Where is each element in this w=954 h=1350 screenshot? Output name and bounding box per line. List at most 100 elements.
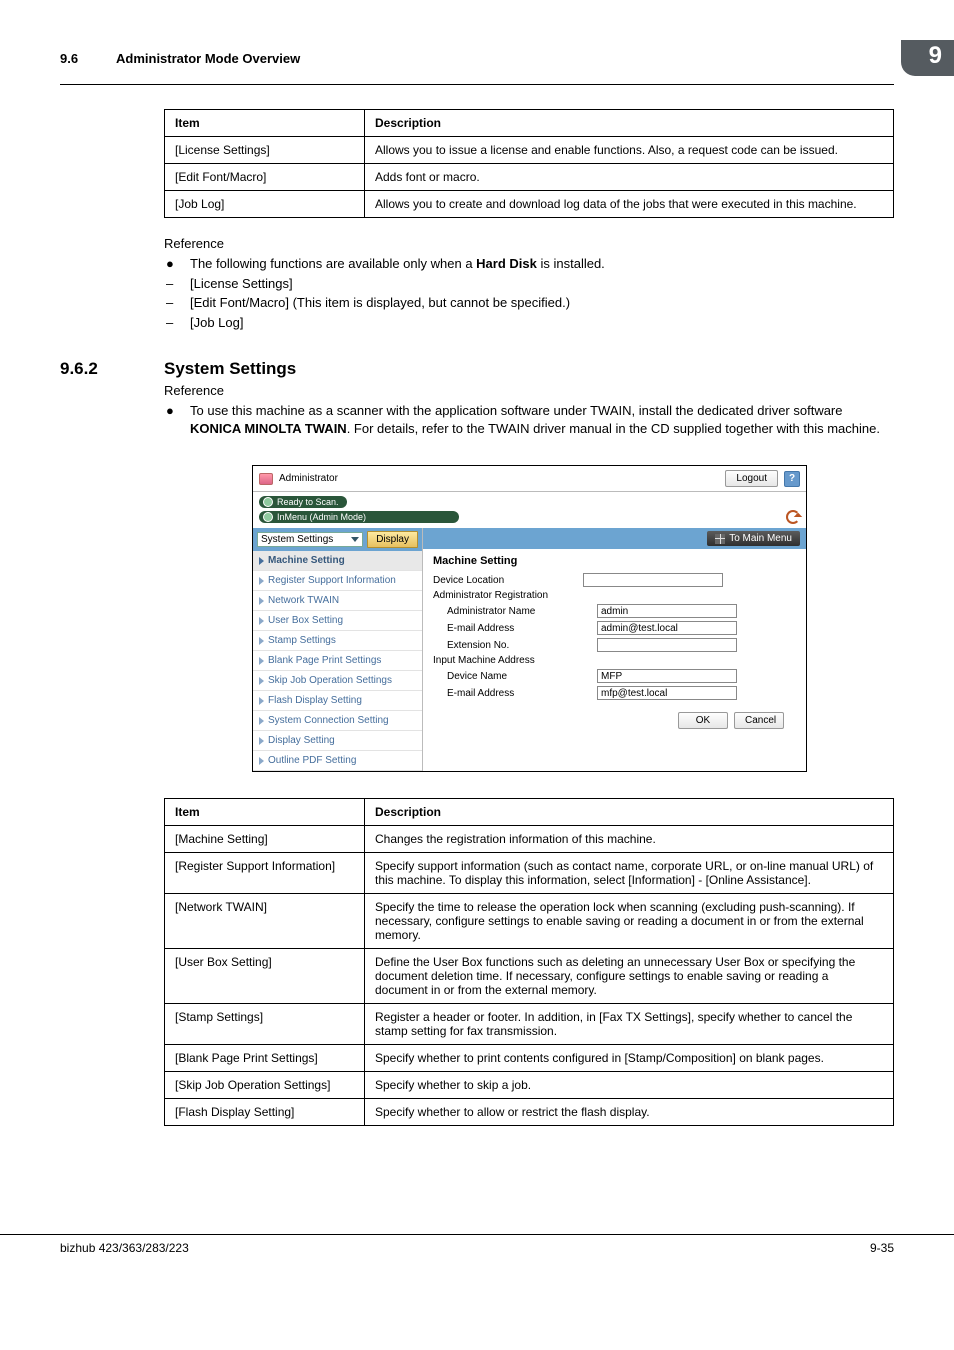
table-row: [Job Log] Allows you to create and downl…: [165, 191, 894, 218]
sidebar-item[interactable]: Blank Page Print Settings: [253, 651, 422, 671]
embedded-screenshot: Administrator Logout ? Ready to Scan. In…: [252, 465, 807, 772]
ref-item-text: [Job Log]: [190, 315, 244, 330]
triangle-icon: [259, 737, 264, 745]
triangle-icon: [259, 637, 264, 645]
status-mode: InMenu (Admin Mode): [259, 511, 459, 523]
cell-desc: Allows you to issue a license and enable…: [365, 137, 894, 164]
header-rule: [60, 84, 894, 85]
cell-item: [Edit Font/Macro]: [165, 164, 365, 191]
email2-input[interactable]: [597, 686, 737, 700]
section-number: 9.6: [60, 51, 116, 66]
sidebar-item-label: System Connection Setting: [268, 715, 389, 726]
subsection-number: 9.6.2: [60, 359, 164, 379]
ref-item-text: [Edit Font/Macro] (This item is displaye…: [190, 295, 570, 310]
ref-item-text: [License Settings]: [190, 276, 293, 291]
sidebar-item[interactable]: Display Setting: [253, 731, 422, 751]
ref-bullet: ●The following functions are available o…: [164, 255, 894, 273]
cell-item: [User Box Setting]: [165, 949, 365, 1004]
triangle-icon: [259, 617, 264, 625]
ref-bullet-strong: Hard Disk: [476, 256, 537, 271]
table-row: [Machine Setting]Changes the registratio…: [165, 826, 894, 853]
ref2-text-b: KONICA MINOLTA TWAIN: [190, 421, 347, 436]
cell-desc: Specify support information (such as con…: [365, 853, 894, 894]
reference-label: Reference: [164, 236, 894, 251]
cell-item: [Flash Display Setting]: [165, 1099, 365, 1126]
sidebar-item[interactable]: Skip Job Operation Settings: [253, 671, 422, 691]
device-location-label: Device Location: [433, 575, 583, 586]
printer-icon: [263, 497, 273, 507]
cell-desc: Specify the time to release the operatio…: [365, 894, 894, 949]
cell-item: [License Settings]: [165, 137, 365, 164]
sidebar-item-label: User Box Setting: [268, 615, 343, 626]
triangle-icon: [259, 577, 264, 585]
refresh-icon[interactable]: [786, 510, 800, 524]
table-settings: Item Description [Machine Setting]Change…: [164, 798, 894, 1126]
reference-label: Reference: [164, 383, 894, 398]
subsection-title: System Settings: [164, 359, 296, 379]
input-machine-label: Input Machine Address: [433, 655, 583, 666]
cell-desc: Define the User Box functions such as de…: [365, 949, 894, 1004]
help-icon[interactable]: ?: [784, 471, 800, 487]
footer-right: 9-35: [870, 1241, 894, 1255]
table-row: [Edit Font/Macro] Adds font or macro.: [165, 164, 894, 191]
triangle-icon: [259, 697, 264, 705]
cell-desc: Specify whether to print contents config…: [365, 1045, 894, 1072]
cell-item: [Skip Job Operation Settings]: [165, 1072, 365, 1099]
ok-button[interactable]: OK: [678, 712, 728, 729]
table-row: [Register Support Information]Specify su…: [165, 853, 894, 894]
table-top: Item Description [License Settings] Allo…: [164, 109, 894, 218]
cell-desc: Allows you to create and download log da…: [365, 191, 894, 218]
footer-left: bizhub 423/363/283/223: [60, 1241, 189, 1255]
status-ready: Ready to Scan.: [259, 496, 347, 508]
cell-desc: Changes the registration information of …: [365, 826, 894, 853]
triangle-icon: [259, 557, 264, 565]
cell-desc: Register a header or footer. In addition…: [365, 1004, 894, 1045]
device-location-input[interactable]: [583, 573, 723, 587]
select-value: System Settings: [261, 534, 333, 545]
ref-bullet: ●To use this machine as a scanner with t…: [164, 402, 894, 437]
device-name-input[interactable]: [597, 669, 737, 683]
sidebar-item[interactable]: System Connection Setting: [253, 711, 422, 731]
admin-name-label: Administrator Name: [447, 606, 597, 617]
table-row: [Stamp Settings]Register a header or foo…: [165, 1004, 894, 1045]
sidebar-item-label: Machine Setting: [268, 555, 345, 566]
cell-item: [Blank Page Print Settings]: [165, 1045, 365, 1072]
status-text: Ready to Scan.: [277, 497, 339, 507]
th-item: Item: [165, 799, 365, 826]
ref-dash-item: –[Job Log]: [164, 314, 894, 332]
section-title: Administrator Mode Overview: [116, 51, 901, 66]
ref-bullet-tail: is installed.: [537, 256, 605, 271]
sidebar-item-machine-setting[interactable]: Machine Setting: [253, 551, 422, 571]
chevron-down-icon: [351, 537, 359, 542]
sidebar-item[interactable]: Flash Display Setting: [253, 691, 422, 711]
sidebar: System Settings Display Machine Setting …: [253, 528, 423, 771]
cell-item: [Job Log]: [165, 191, 365, 218]
extension-input[interactable]: [597, 638, 737, 652]
sidebar-item[interactable]: User Box Setting: [253, 611, 422, 631]
sidebar-item[interactable]: Network TWAIN: [253, 591, 422, 611]
logout-button[interactable]: Logout: [725, 470, 778, 487]
admin-name-input[interactable]: [597, 604, 737, 618]
sidebar-item-label: Display Setting: [268, 735, 335, 746]
sidebar-item[interactable]: Stamp Settings: [253, 631, 422, 651]
to-main-menu-button[interactable]: To Main Menu: [707, 531, 800, 546]
display-button[interactable]: Display: [367, 531, 418, 548]
cancel-button[interactable]: Cancel: [734, 712, 784, 729]
triangle-icon: [259, 757, 264, 765]
ref-bullet-text: The following functions are available on…: [190, 256, 476, 271]
category-select[interactable]: System Settings: [257, 532, 363, 547]
th-item: Item: [165, 110, 365, 137]
sidebar-item[interactable]: Outline PDF Setting: [253, 751, 422, 771]
admin-registration-label: Administrator Registration: [433, 590, 583, 601]
sidebar-item-label: Outline PDF Setting: [268, 755, 356, 766]
admin-person-icon: [259, 473, 273, 485]
cell-item: [Machine Setting]: [165, 826, 365, 853]
ref-dash-item: –[License Settings]: [164, 275, 894, 293]
email-input[interactable]: [597, 621, 737, 635]
sidebar-item-label: Network TWAIN: [268, 595, 339, 606]
sidebar-item[interactable]: Register Support Information: [253, 571, 422, 591]
sidebar-item-label: Blank Page Print Settings: [268, 655, 381, 666]
table-row: [Flash Display Setting]Specify whether t…: [165, 1099, 894, 1126]
cell-item: [Register Support Information]: [165, 853, 365, 894]
table-row: [Network TWAIN]Specify the time to relea…: [165, 894, 894, 949]
